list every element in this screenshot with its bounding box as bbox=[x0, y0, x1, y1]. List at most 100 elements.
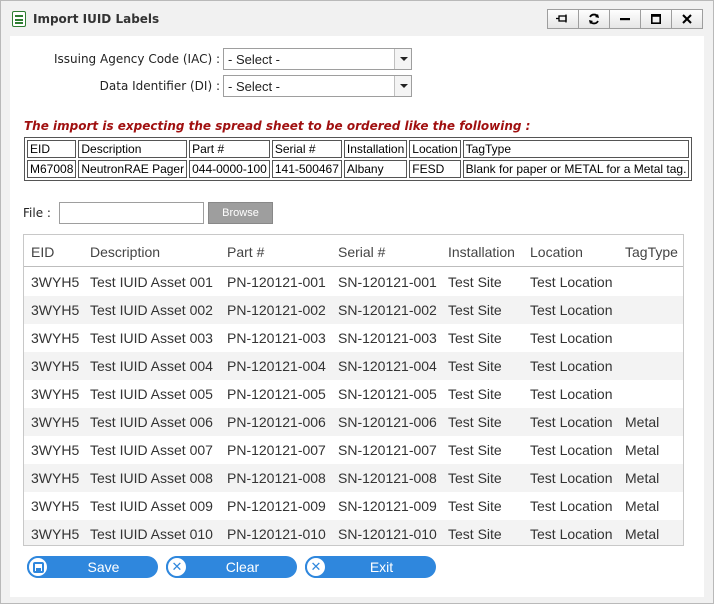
file-path-input[interactable] bbox=[59, 202, 204, 224]
cell-tagtype: Metal bbox=[625, 442, 660, 458]
cell-location: Test Location bbox=[530, 330, 613, 346]
cell-location: Test Location bbox=[530, 386, 613, 402]
column-header-installation[interactable]: Installation bbox=[448, 244, 515, 260]
sample-header-cell: TagType bbox=[462, 140, 690, 158]
cell-part: PN-120121-001 bbox=[227, 274, 326, 290]
cell-installation: Test Site bbox=[448, 470, 502, 486]
di-select-value: - Select - bbox=[228, 79, 281, 94]
file-label: File : bbox=[23, 206, 51, 220]
cell-part: PN-120121-009 bbox=[227, 498, 326, 514]
close-icon bbox=[682, 14, 692, 24]
cell-description: Test IUID Asset 006 bbox=[90, 414, 213, 430]
pin-icon bbox=[556, 14, 567, 23]
table-row[interactable]: 3WYH5 Test IUID Asset 004 PN-120121-004 SN-… bbox=[24, 352, 683, 380]
cell-location: Test Location bbox=[530, 274, 613, 290]
sample-format-table: EID Description Part # Serial # Installa… bbox=[24, 137, 693, 181]
minimize-button[interactable] bbox=[609, 9, 641, 29]
refresh-button[interactable] bbox=[578, 9, 610, 29]
cell-serial: SN-120121-006 bbox=[338, 414, 437, 430]
table-row[interactable]: 3WYH5 Test IUID Asset 005 PN-120121-005 SN-… bbox=[24, 380, 683, 408]
column-header-eid[interactable]: EID bbox=[31, 244, 54, 260]
cell-serial: SN-120121-005 bbox=[338, 386, 437, 402]
table-row[interactable]: 3WYH5 Test IUID Asset 007 PN-120121-007 SN-… bbox=[24, 436, 683, 464]
close-button[interactable] bbox=[671, 9, 703, 29]
cell-location: Test Location bbox=[530, 470, 613, 486]
table-row[interactable]: 3WYH5 Test IUID Asset 009 PN-120121-009 SN-… bbox=[24, 492, 683, 520]
cell-part: PN-120121-010 bbox=[227, 526, 326, 542]
exit-icon: ✕ bbox=[305, 556, 327, 578]
cell-installation: Test Site bbox=[448, 498, 502, 514]
column-header-tagtype[interactable]: TagType bbox=[625, 244, 678, 260]
cell-eid: 3WYH5 bbox=[31, 358, 80, 374]
refresh-icon bbox=[589, 13, 599, 25]
di-select[interactable]: - Select - bbox=[223, 75, 412, 97]
table-row[interactable]: 3WYH5 Test IUID Asset 006 PN-120121-006 SN-… bbox=[24, 408, 683, 436]
cell-description: Test IUID Asset 008 bbox=[90, 470, 213, 486]
cell-description: Test IUID Asset 010 bbox=[90, 526, 213, 542]
chevron-down-icon[interactable] bbox=[394, 76, 411, 96]
cell-tagtype: Metal bbox=[625, 526, 660, 542]
cell-eid: 3WYH5 bbox=[31, 330, 80, 346]
maximize-button[interactable] bbox=[640, 9, 672, 29]
cell-serial: SN-120121-001 bbox=[338, 274, 437, 290]
cell-serial: SN-120121-003 bbox=[338, 330, 437, 346]
table-row[interactable]: 3WYH5 Test IUID Asset 001 PN-120121-001 SN-… bbox=[24, 268, 683, 296]
sample-header-cell: Serial # bbox=[271, 140, 342, 158]
cell-installation: Test Site bbox=[448, 302, 502, 318]
clear-icon: ✕ bbox=[166, 556, 188, 578]
cell-tagtype: Metal bbox=[625, 414, 660, 430]
import-preview-grid: EID Description Part # Serial # Installa… bbox=[23, 234, 684, 546]
cell-description: Test IUID Asset 005 bbox=[90, 386, 213, 402]
iac-select[interactable]: - Select - bbox=[223, 48, 412, 70]
cell-eid: 3WYH5 bbox=[31, 526, 80, 542]
table-row[interactable]: 3WYH5 Test IUID Asset 002 PN-120121-002 SN-… bbox=[24, 296, 683, 324]
clear-button-label: Clear bbox=[225, 559, 260, 575]
table-row[interactable]: 3WYH5 Test IUID Asset 010 PN-120121-010 SN-… bbox=[24, 520, 683, 545]
cell-part: PN-120121-005 bbox=[227, 386, 326, 402]
sample-cell: NeutronRAE Pager bbox=[78, 160, 188, 178]
cell-eid: 3WYH5 bbox=[31, 470, 80, 486]
chevron-down-icon[interactable] bbox=[394, 49, 411, 69]
cell-description: Test IUID Asset 001 bbox=[90, 274, 213, 290]
table-row[interactable]: 3WYH5 Test IUID Asset 003 PN-120121-003 SN-… bbox=[24, 324, 683, 352]
di-label: Data Identifier (DI) : bbox=[99, 79, 220, 93]
cell-eid: 3WYH5 bbox=[31, 386, 80, 402]
sample-cell: Blank for paper or METAL for a Metal tag… bbox=[462, 160, 690, 178]
iac-label: Issuing Agency Code (IAC) : bbox=[53, 52, 220, 66]
clear-button[interactable]: ✕ Clear bbox=[166, 556, 297, 578]
cell-installation: Test Site bbox=[448, 386, 502, 402]
cell-eid: 3WYH5 bbox=[31, 498, 80, 514]
window-controls bbox=[547, 9, 703, 29]
sample-cell: 141-500467 bbox=[271, 160, 342, 178]
table-row[interactable]: 3WYH5 Test IUID Asset 008 PN-120121-008 SN-… bbox=[24, 464, 683, 492]
column-header-serial[interactable]: Serial # bbox=[338, 244, 385, 260]
cell-serial: SN-120121-010 bbox=[338, 526, 437, 542]
cell-description: Test IUID Asset 004 bbox=[90, 358, 213, 374]
cell-serial: SN-120121-009 bbox=[338, 498, 437, 514]
cell-location: Test Location bbox=[530, 302, 613, 318]
content-panel: Issuing Agency Code (IAC) : - Select - D… bbox=[10, 36, 704, 597]
sample-header-cell: Part # bbox=[189, 140, 270, 158]
cell-installation: Test Site bbox=[448, 414, 502, 430]
save-button[interactable]: Save bbox=[27, 556, 158, 578]
minimize-icon bbox=[620, 18, 630, 21]
iac-select-value: - Select - bbox=[228, 52, 281, 67]
cell-serial: SN-120121-007 bbox=[338, 442, 437, 458]
cell-installation: Test Site bbox=[448, 274, 502, 290]
pin-button[interactable] bbox=[547, 9, 579, 29]
column-header-location[interactable]: Location bbox=[530, 244, 583, 260]
column-header-description[interactable]: Description bbox=[90, 244, 160, 260]
sample-header-cell: Description bbox=[78, 140, 188, 158]
sample-data-row: M67008 NeutronRAE Pager 044-0000-100 141… bbox=[27, 160, 690, 178]
cell-description: Test IUID Asset 009 bbox=[90, 498, 213, 514]
grid-header: EID Description Part # Serial # Installa… bbox=[24, 235, 683, 267]
exit-button-label: Exit bbox=[369, 559, 394, 575]
cell-eid: 3WYH5 bbox=[31, 442, 80, 458]
browse-button[interactable]: Browse bbox=[208, 202, 273, 224]
sample-header-cell: Location bbox=[409, 140, 461, 158]
cell-eid: 3WYH5 bbox=[31, 414, 80, 430]
column-header-part[interactable]: Part # bbox=[227, 244, 264, 260]
import-format-notice: The import is expecting the spread sheet… bbox=[24, 119, 531, 133]
save-button-label: Save bbox=[87, 559, 120, 575]
exit-button[interactable]: ✕ Exit bbox=[305, 556, 436, 578]
